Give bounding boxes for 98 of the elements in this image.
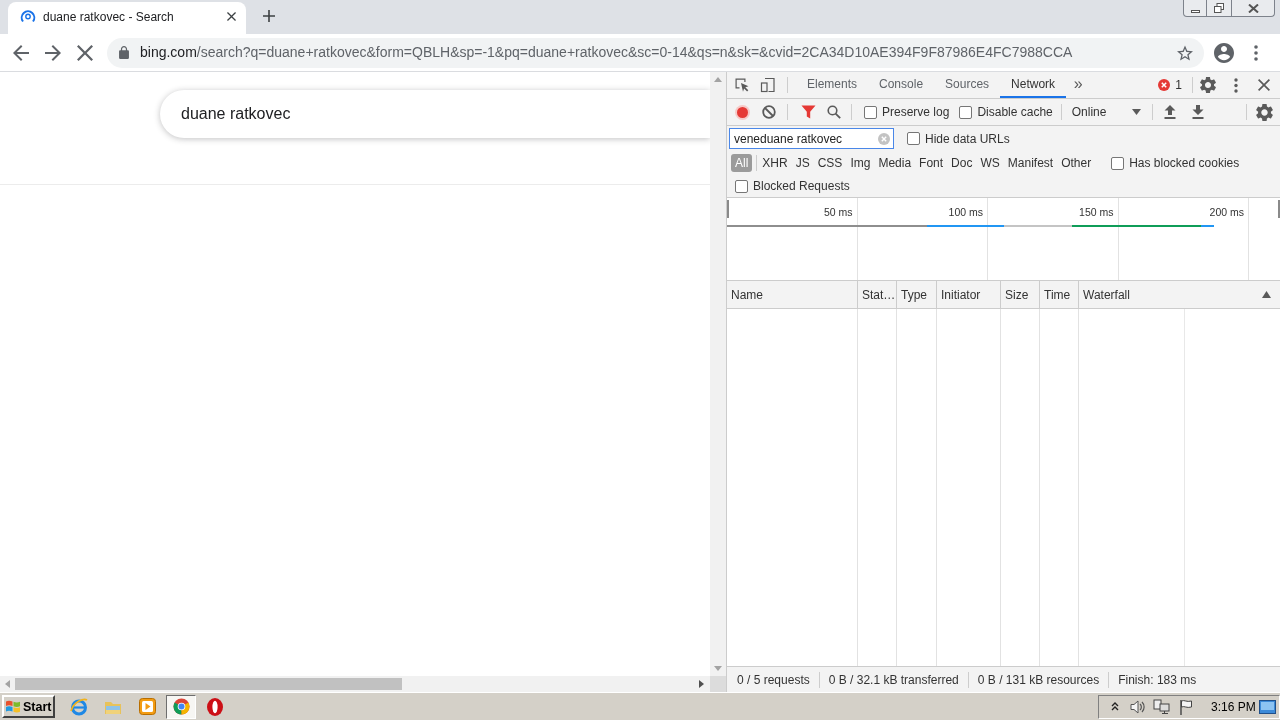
chevron-up-icon[interactable] [1111, 702, 1119, 711]
type-filter[interactable]: Img [846, 154, 875, 172]
type-filter[interactable]: Manifest [1003, 154, 1058, 172]
throttling-dropdown[interactable]: Online [1065, 102, 1146, 122]
status-text: 0 B / 131 kB resources [977, 671, 1100, 689]
checkbox-label: Preserve log [882, 104, 950, 121]
show-desktop-icon[interactable] [1259, 699, 1276, 714]
type-filter[interactable]: Media [874, 154, 916, 172]
play-button-icon [138, 698, 156, 715]
checkbox[interactable] [864, 105, 877, 119]
type-filter[interactable]: Other [1057, 154, 1096, 172]
search-icon[interactable] [827, 105, 841, 119]
horizontal-scrollbar[interactable] [0, 676, 710, 692]
tick-label: 50 ms [823, 206, 853, 218]
start-button[interactable]: Start [2, 695, 55, 718]
column-header[interactable]: Initiator [937, 281, 1001, 308]
url-text: bing.com/search?q=duane+ratkovec&form=QBLH&sp=-1&pq=duane+ratkovec&sc=0-14&qs=n&sk=&cvid=2CA34D10AE394F9F87986E4FC7988CCA [140, 43, 1073, 62]
checkbox-label: Hide data URLs [925, 130, 1010, 148]
status-text: 0 / 5 requests [737, 671, 810, 689]
type-filter[interactable]: Doc [947, 154, 977, 172]
settings-icon[interactable] [1200, 77, 1216, 93]
type-filter[interactable]: CSS [813, 154, 847, 172]
caret-down-icon [1131, 109, 1141, 115]
browser-tab[interactable]: duane ratkovec - Search [8, 2, 246, 34]
oval-ring-icon [207, 697, 223, 716]
taskbar-button[interactable] [166, 694, 196, 719]
minimize-icon [1190, 10, 1200, 13]
checkbox-label: Has blocked cookies [1129, 155, 1240, 172]
status-text: 0 B / 32.1 kB transferred [828, 671, 959, 689]
filter-icon[interactable] [800, 105, 816, 119]
menu-icon[interactable] [1254, 44, 1258, 61]
close-icon[interactable] [1258, 79, 1270, 91]
close-icon [1247, 3, 1259, 13]
speaker-icon[interactable] [1130, 698, 1146, 715]
download-icon[interactable] [1191, 105, 1204, 119]
sort-arrow-icon[interactable] [1262, 291, 1271, 298]
column-header[interactable]: Name [727, 281, 858, 308]
tick-label: 150 ms [1079, 206, 1114, 218]
restore-button[interactable] [1207, 0, 1232, 17]
checkbox-label: Disable cache [977, 104, 1053, 121]
devtools-tab[interactable]: Sources [934, 72, 1001, 98]
devtools-tab[interactable]: Console [868, 72, 935, 98]
filter-field[interactable]: veneduane ratkovec [729, 128, 894, 149]
back-arrow-icon[interactable] [13, 44, 29, 61]
type-filter[interactable]: XHR [758, 154, 792, 172]
clear-input-icon[interactable] [878, 132, 890, 145]
close-window-button[interactable] [1232, 0, 1275, 17]
type-filter[interactable]: WS [976, 154, 1004, 172]
type-filter[interactable]: JS [791, 154, 814, 172]
tab-title: duane ratkovec - Search [43, 8, 174, 26]
flag-icon[interactable] [1179, 698, 1194, 715]
more-options-icon[interactable] [1234, 77, 1238, 93]
checkbox[interactable] [959, 105, 973, 119]
record-icon[interactable] [734, 104, 750, 120]
settings-icon[interactable] [1255, 103, 1273, 121]
minimize-button[interactable] [1183, 0, 1207, 17]
status-text: Finish: 183 ms [1118, 671, 1197, 689]
tick-label: 100 ms [948, 206, 983, 218]
profile-icon[interactable] [1214, 42, 1234, 63]
error-icon[interactable] [1158, 79, 1171, 91]
tick-label: 200 ms [1209, 206, 1244, 218]
checkbox[interactable] [907, 132, 920, 145]
inspect-icon[interactable] [734, 77, 750, 93]
checkbox[interactable] [735, 179, 748, 193]
scrollbar-corner [710, 676, 726, 692]
devtools-tab[interactable]: Elements [796, 72, 869, 98]
more-tabs-button[interactable]: » [1066, 72, 1091, 98]
column-header[interactable]: Size [1001, 281, 1040, 308]
network-icon[interactable] [1153, 698, 1170, 715]
forward-arrow-icon[interactable] [45, 44, 61, 61]
type-filter[interactable]: Font [915, 154, 948, 172]
plus-icon[interactable] [263, 10, 275, 22]
checkbox-label: Blocked Requests [753, 178, 850, 195]
device-icon[interactable] [760, 77, 776, 93]
error-count[interactable]: 1 [1175, 76, 1182, 94]
restore-icon [1214, 3, 1224, 13]
close-icon[interactable] [226, 12, 236, 21]
tricolor-circle-icon [172, 698, 190, 715]
upload-icon[interactable] [1163, 105, 1176, 119]
range-handle[interactable] [1278, 200, 1280, 218]
loading-spinner-icon [20, 8, 36, 25]
range-handle[interactable] [727, 200, 729, 218]
scroll-right-arrow-icon[interactable] [699, 680, 704, 688]
search-field[interactable]: duane ratkovec [160, 90, 710, 138]
scrollbar-thumb[interactable] [15, 678, 402, 690]
star-icon[interactable] [1177, 44, 1193, 61]
clear-icon[interactable] [762, 105, 776, 119]
start-flag-icon [5, 699, 21, 714]
column-header[interactable]: Stat… [858, 281, 897, 308]
column-header[interactable]: Waterfall [1079, 281, 1280, 308]
address-bar[interactable]: bing.com/search?q=duane+ratkovec&form=QBLH&sp=-1&pq=duane+ratkovec&sc=0-14&qs=n&sk=&cvid=2CA34D10AE394F9F87986E4FC7988CCA [107, 37, 1204, 68]
clock[interactable]: 3:16 PM [1211, 697, 1256, 716]
stop-icon[interactable] [77, 44, 93, 61]
globe-e-icon [70, 697, 88, 716]
column-header[interactable]: Time [1040, 281, 1079, 308]
column-header[interactable]: Type [897, 281, 937, 308]
checkbox[interactable] [1111, 156, 1125, 170]
lock-icon [119, 46, 129, 59]
